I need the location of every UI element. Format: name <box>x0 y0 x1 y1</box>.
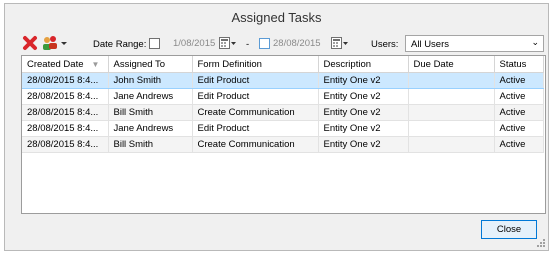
cell-due-date <box>408 104 495 121</box>
cell-assigned-to: Jane Andrews <box>108 120 193 137</box>
cell-created-date: 28/08/2015 8:4... <box>22 88 109 105</box>
resize-grip-icon[interactable] <box>537 239 545 247</box>
column-header-description[interactable]: Description <box>318 56 409 73</box>
cell-due-date <box>408 120 495 137</box>
table-row[interactable]: 28/08/2015 8:4... Jane Andrews Edit Prod… <box>22 120 544 137</box>
table-row[interactable]: 28/08/2015 8:4... Jane Andrews Edit Prod… <box>22 88 544 105</box>
cell-due-date <box>408 88 495 105</box>
cell-form-definition: Create Communication <box>192 136 319 153</box>
date-to-calendar-icon[interactable] <box>331 37 349 50</box>
cell-assigned-to: Bill Smith <box>108 104 193 121</box>
cell-status: Active <box>494 72 544 89</box>
chevron-down-icon: ⌄ <box>531 37 539 47</box>
delete-icon[interactable] <box>22 35 38 51</box>
date-separator: - <box>246 39 250 50</box>
date-from-calendar-icon[interactable] <box>219 37 237 50</box>
cell-created-date: 28/08/2015 8:4... <box>22 72 109 89</box>
grid-header: Created Date ▼ Assigned To Form Definitio… <box>22 56 544 73</box>
cell-description: Entity One v2 <box>318 72 409 89</box>
date-from-field[interactable]: 1/08/2015 <box>173 36 215 52</box>
cell-due-date <box>408 136 495 153</box>
cell-description: Entity One v2 <box>318 88 409 105</box>
assigned-tasks-window: Assigned Tasks Date Range: 1/08/2015 - 2… <box>4 3 549 251</box>
tasks-grid[interactable]: Created Date ▼ Assigned To Form Definitio… <box>21 55 546 214</box>
users-label: Users: <box>371 39 399 50</box>
cell-form-definition: Edit Product <box>192 72 319 89</box>
column-header-status[interactable]: Status <box>494 56 544 73</box>
column-header-assigned-to[interactable]: Assigned To <box>108 56 193 73</box>
table-row[interactable]: 28/08/2015 8:4... Bill Smith Create Comm… <box>22 104 544 121</box>
cell-created-date: 28/08/2015 8:4... <box>22 120 109 137</box>
cell-form-definition: Edit Product <box>192 120 319 137</box>
cell-form-definition: Edit Product <box>192 88 319 105</box>
cell-status: Active <box>494 120 544 137</box>
cell-assigned-to: Jane Andrews <box>108 88 193 105</box>
sort-desc-icon: ▼ <box>91 59 100 69</box>
date-range-label: Date Range: <box>93 39 147 50</box>
cell-due-date <box>408 72 495 89</box>
cell-description: Entity One v2 <box>318 104 409 121</box>
table-row[interactable]: 28/08/2015 8:4... Bill Smith Create Comm… <box>22 136 544 153</box>
cell-status: Active <box>494 104 544 121</box>
cell-status: Active <box>494 136 544 153</box>
users-select-value: All Users <box>411 39 450 50</box>
date-to-checkbox[interactable] <box>259 38 270 49</box>
cell-created-date: 28/08/2015 8:4... <box>22 104 109 121</box>
column-header-created-date[interactable]: Created Date ▼ <box>22 56 109 73</box>
cell-status: Active <box>494 88 544 105</box>
close-button[interactable]: Close <box>481 220 537 239</box>
date-to-field[interactable]: 28/08/2015 <box>273 36 321 52</box>
table-row[interactable]: 28/08/2015 8:4... John Smith Edit Produc… <box>22 72 544 89</box>
cell-description: Entity One v2 <box>318 136 409 153</box>
cell-created-date: 28/08/2015 8:4... <box>22 136 109 153</box>
window-title: Assigned Tasks <box>231 10 322 25</box>
toolbar: Date Range: 1/08/2015 - 28/08/2015 Users… <box>5 34 548 56</box>
cell-assigned-to: Bill Smith <box>108 136 193 153</box>
cell-form-definition: Create Communication <box>192 104 319 121</box>
date-from-checkbox[interactable] <box>149 38 160 49</box>
users-select[interactable]: All Users ⌄ <box>405 35 544 52</box>
column-header-form-definition[interactable]: Form Definition <box>192 56 319 73</box>
column-header-due-date[interactable]: Due Date <box>408 56 495 73</box>
assign-users-icon[interactable] <box>41 35 67 51</box>
cell-assigned-to: John Smith <box>108 72 193 89</box>
cell-description: Entity One v2 <box>318 120 409 137</box>
